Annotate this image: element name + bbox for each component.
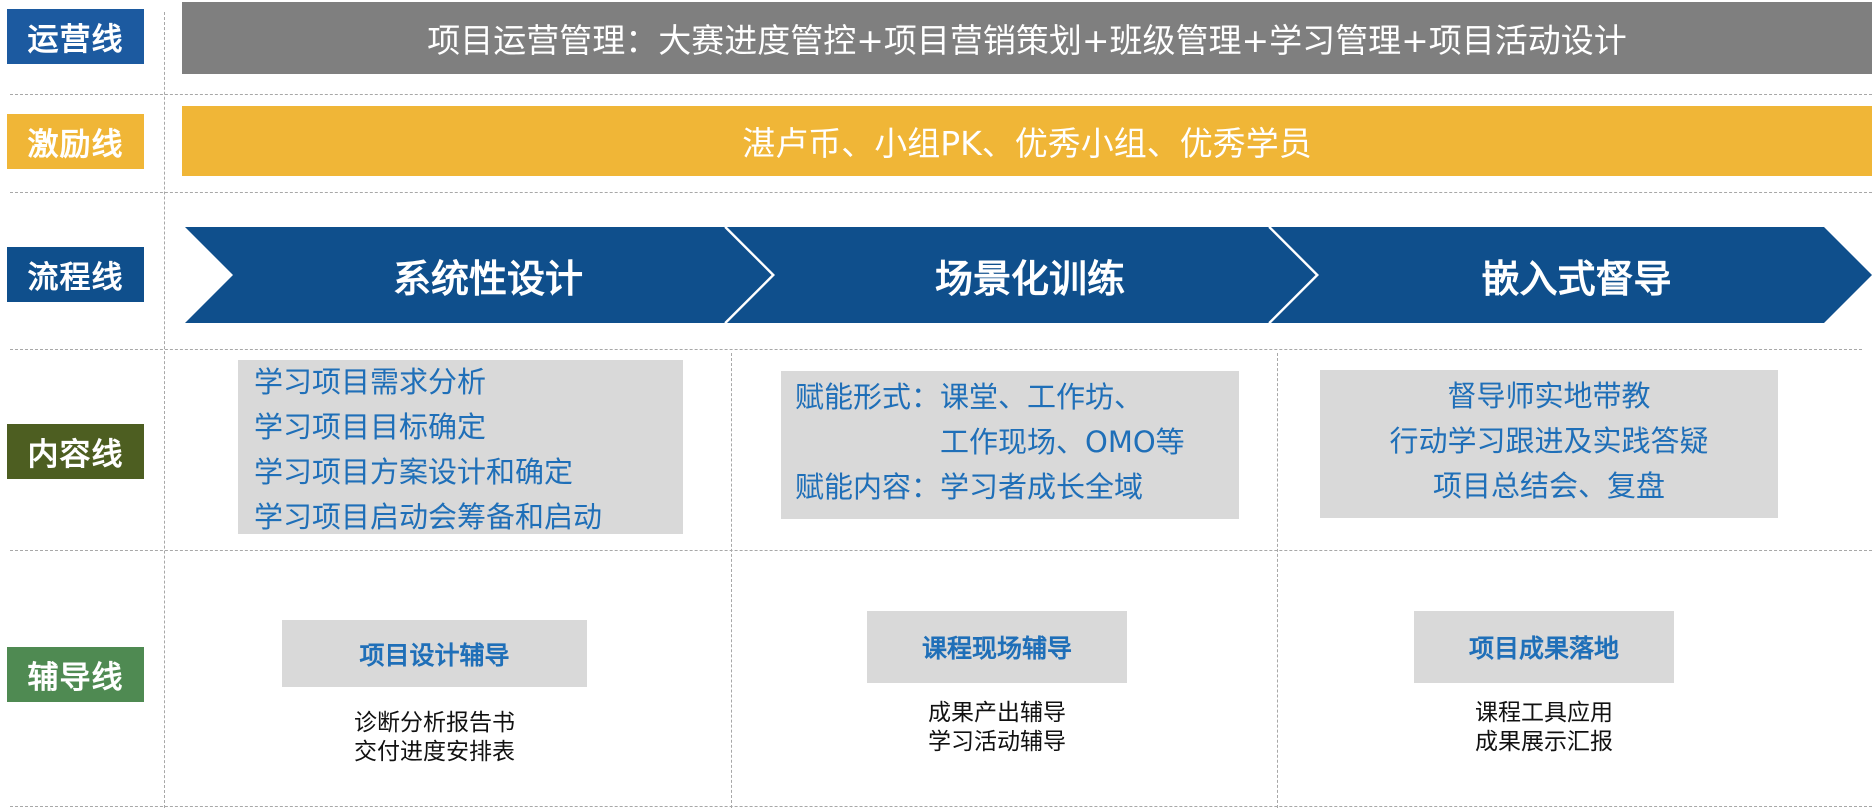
content-design-item-2: 学习项目目标确定 <box>254 410 487 444</box>
coaching-items-landing: 课程工具应用 成果展示汇报 <box>1414 699 1674 757</box>
coaching-items-design: 诊断分析报告书 交付进度安排表 <box>282 709 587 767</box>
content-training-prefix-form: 赋能形式： <box>795 380 941 414</box>
content-design-item-4: 学习项目启动会筹备和启动 <box>254 500 603 534</box>
content-training-line-2: 工作现场、OMO等 <box>795 420 1239 465</box>
coaching-landing-item-1: 课程工具应用 <box>1475 700 1613 726</box>
content-training-prefix-content: 赋能内容： <box>795 470 941 504</box>
coaching-training-item-2: 学习活动辅导 <box>928 729 1066 755</box>
content-training-form-1: 课堂、工作坊、 <box>940 380 1144 414</box>
row-divider-3 <box>10 349 1862 350</box>
lane-label-content-text: 内容线 <box>27 437 124 473</box>
coaching-title-landing: 项目成果落地 <box>1414 611 1674 683</box>
coaching-title-design: 项目设计辅导 <box>282 620 587 687</box>
row-divider-5 <box>10 806 1872 807</box>
lane-label-content: 内容线 <box>7 424 144 479</box>
column-divider-1 <box>731 353 732 808</box>
content-training-line-3: 赋能内容：学习者成长全域 <box>795 465 1239 510</box>
process-stage-3: 嵌入式督导 <box>1481 256 1672 301</box>
coaching-title-training: 课程现场辅导 <box>867 611 1127 683</box>
lane-label-coaching: 辅导线 <box>7 647 144 702</box>
content-supervision-item-1: 督导师实地带教 <box>1447 379 1651 413</box>
coaching-items-training: 成果产出辅导 学习活动辅导 <box>867 699 1127 757</box>
content-box-supervision: 督导师实地带教 行动学习跟进及实践答疑 项目总结会、复盘 <box>1320 370 1778 518</box>
content-supervision-item-3: 项目总结会、复盘 <box>1432 469 1665 503</box>
content-design-item-1: 学习项目需求分析 <box>254 365 487 399</box>
content-training-content: 学习者成长全域 <box>940 470 1144 504</box>
coaching-design-item-1: 诊断分析报告书 <box>354 710 515 736</box>
content-box-training: 赋能形式：课堂、工作坊、 工作现场、OMO等 赋能内容：学习者成长全域 <box>781 371 1239 519</box>
lane-label-coaching-text: 辅导线 <box>27 660 124 696</box>
content-training-line-1: 赋能形式：课堂、工作坊、 <box>795 375 1239 420</box>
content-box-design: 学习项目需求分析 学习项目目标确定 学习项目方案设计和确定 学习项目启动会筹备和… <box>238 360 683 534</box>
column-divider-2 <box>1277 353 1278 808</box>
content-design-item-3: 学习项目方案设计和确定 <box>254 455 574 489</box>
content-supervision-item-2: 行动学习跟进及实践答疑 <box>1389 424 1709 458</box>
process-stage-2: 场景化训练 <box>934 256 1125 301</box>
coaching-landing-item-2: 成果展示汇报 <box>1475 729 1613 755</box>
coaching-training-item-1: 成果产出辅导 <box>928 700 1066 726</box>
row-divider-4 <box>10 550 1872 551</box>
coaching-design-item-2: 交付进度安排表 <box>354 739 515 765</box>
content-training-form-2: 工作现场、OMO等 <box>940 425 1185 459</box>
process-stage-1: 系统性设计 <box>392 256 583 301</box>
